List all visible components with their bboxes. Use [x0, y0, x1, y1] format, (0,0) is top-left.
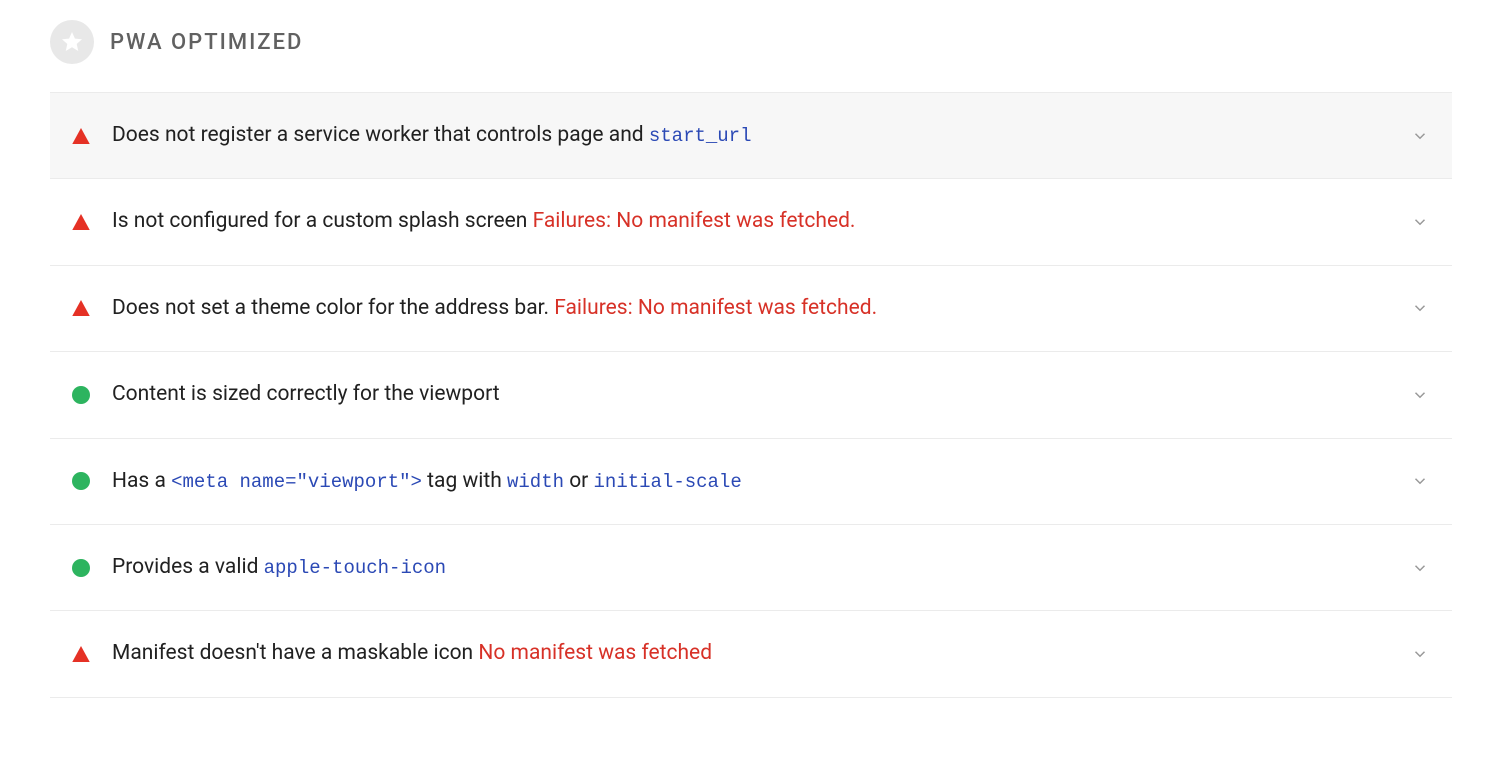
audit-text-text: Does not set a theme color for the addre… — [112, 296, 554, 320]
audit-row[interactable]: Content is sized correctly for the viewp… — [50, 352, 1452, 438]
chevron-down-icon[interactable] — [1410, 385, 1430, 405]
fail-icon — [72, 213, 90, 231]
section-title: PWA OPTIMIZED — [110, 30, 303, 55]
audit-title: Is not configured for a custom splash sc… — [112, 207, 1388, 236]
audit-text-text: Has a — [112, 469, 171, 493]
audit-row[interactable]: Does not register a service worker that … — [50, 93, 1452, 179]
audit-row[interactable]: Has a <meta name="viewport"> tag with wi… — [50, 439, 1452, 525]
audit-text-error: No manifest was fetched — [478, 641, 712, 665]
audit-text-error: Failures: No manifest was fetched. — [533, 209, 856, 233]
pass-icon — [72, 386, 90, 404]
audit-title: Does not set a theme color for the addre… — [112, 294, 1388, 323]
pass-icon — [72, 472, 90, 490]
audit-text-code: width — [507, 471, 564, 493]
audit-list: Does not register a service worker that … — [50, 92, 1452, 698]
section-header: PWA OPTIMIZED — [50, 20, 1452, 64]
fail-icon — [72, 299, 90, 317]
audit-title: Provides a valid apple-touch-icon — [112, 553, 1388, 582]
fail-icon — [72, 645, 90, 663]
fail-icon — [72, 127, 90, 145]
audit-text-text: Is not configured for a custom splash sc… — [112, 209, 533, 233]
chevron-down-icon[interactable] — [1410, 471, 1430, 491]
audit-text-code: <meta name="viewport"> — [171, 471, 422, 493]
audit-text-text: or — [564, 469, 594, 493]
audit-title: Manifest doesn't have a maskable icon No… — [112, 639, 1388, 668]
audit-row[interactable]: Manifest doesn't have a maskable icon No… — [50, 611, 1452, 697]
audit-row[interactable]: Provides a valid apple-touch-icon — [50, 525, 1452, 611]
chevron-down-icon[interactable] — [1410, 644, 1430, 664]
audit-text-text: tag with — [422, 469, 507, 493]
audit-row[interactable]: Is not configured for a custom splash sc… — [50, 179, 1452, 265]
audit-text-code: start_url — [649, 125, 752, 147]
audit-text-text: Provides a valid — [112, 555, 264, 579]
audit-text-text: Does not register a service worker that … — [112, 123, 649, 147]
chevron-down-icon[interactable] — [1410, 558, 1430, 578]
chevron-down-icon[interactable] — [1410, 212, 1430, 232]
audit-title: Content is sized correctly for the viewp… — [112, 380, 1388, 409]
audit-text-code: initial-scale — [594, 471, 742, 493]
audit-text-text: Content is sized correctly for the viewp… — [112, 382, 500, 406]
audit-text-code: apple-touch-icon — [264, 557, 446, 579]
audit-text-error: Failures: No manifest was fetched. — [554, 296, 877, 320]
chevron-down-icon[interactable] — [1410, 298, 1430, 318]
pass-icon — [72, 559, 90, 577]
chevron-down-icon[interactable] — [1410, 126, 1430, 146]
audit-title: Has a <meta name="viewport"> tag with wi… — [112, 467, 1388, 496]
audit-row[interactable]: Does not set a theme color for the addre… — [50, 266, 1452, 352]
audit-text-text: Manifest doesn't have a maskable icon — [112, 641, 478, 665]
audit-title: Does not register a service worker that … — [112, 121, 1388, 150]
star-icon — [50, 20, 94, 64]
